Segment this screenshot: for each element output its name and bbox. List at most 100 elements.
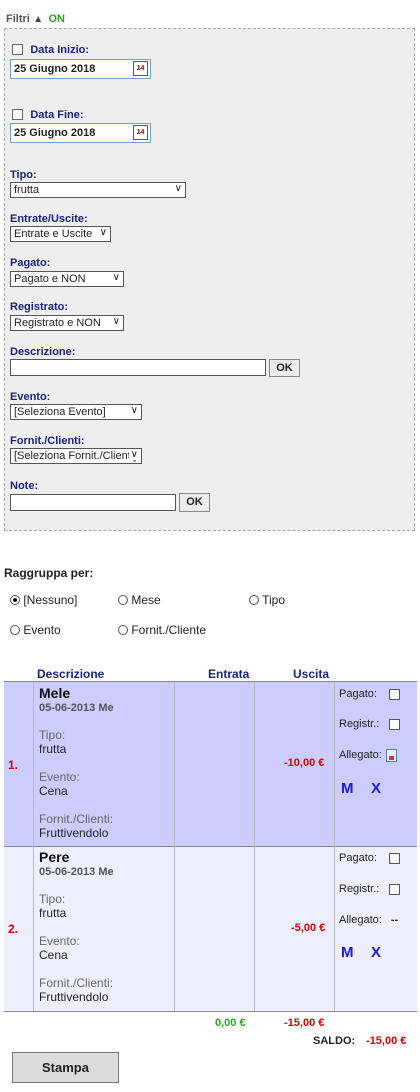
data-fine-checkbox[interactable]	[12, 109, 23, 121]
column-divider	[174, 682, 175, 1011]
chevron-down-icon: ∨	[112, 272, 120, 283]
saldo-label: SALDO:	[313, 1035, 356, 1047]
header-entrata: Entrata	[208, 667, 250, 681]
total-uscita: -15,00 €	[284, 1017, 325, 1029]
collapse-arrow-icon[interactable]: ▲	[33, 14, 43, 25]
chevron-down-icon: ∨	[128, 449, 138, 460]
filters-status: ON	[48, 13, 65, 25]
fornit-clienti-select[interactable]: [Seleziona Fornit./Clienti] ∨	[10, 448, 142, 464]
filters-title: Filtri	[6, 13, 30, 25]
group-option-fornit-cliente[interactable]: Fornit./Cliente	[118, 623, 206, 637]
note-ok-button[interactable]: OK	[179, 493, 210, 512]
chevron-down-icon: ∨	[174, 183, 182, 194]
print-button[interactable]: Stampa	[12, 1052, 119, 1083]
allegato-text: Allegato:	[339, 749, 382, 761]
row-registrato: Registr.:	[339, 883, 379, 895]
modify-button[interactable]: M	[341, 780, 354, 797]
calendar-icon[interactable]: 14	[133, 125, 148, 140]
row-date: 05-06-2013 Me	[39, 866, 114, 878]
pagato-checkbox[interactable]	[389, 689, 400, 700]
entrate-uscite-value: Entrate e Uscite	[14, 228, 93, 240]
row-fornit-label: Fornit./Clienti:	[39, 812, 114, 826]
row-uscita: -5,00 €	[291, 922, 326, 934]
row-evento-label: Evento:	[39, 934, 80, 948]
descrizione-input[interactable]	[10, 359, 266, 376]
entrate-uscite-select[interactable]: Entrate e Uscite ∨	[10, 226, 111, 242]
radio-icon[interactable]	[118, 595, 128, 605]
row-description: Pere 05-06-2013 Me Tipo: frutta Evento: …	[39, 849, 114, 1004]
pagato-text: Pagato:	[339, 688, 377, 700]
row-uscita: -10,00 €	[284, 757, 325, 769]
data-inizio-value: 25 Giugno 2018	[14, 63, 96, 75]
entrate-uscite-label: Entrate/Uscite:	[10, 213, 88, 225]
group-option-label: Fornit./Cliente	[131, 623, 207, 637]
row-divider	[4, 1011, 417, 1012]
group-option-label: Mese	[131, 593, 161, 607]
descrizione-ok-button[interactable]: OK	[269, 359, 300, 377]
registrato-checkbox[interactable]	[389, 884, 400, 895]
filters-header[interactable]: Filtri ▲ ON	[6, 11, 65, 25]
row-fornit: Fruttivendolo	[39, 826, 109, 840]
note-input[interactable]	[10, 494, 176, 511]
data-fine-label: Data Fine:	[30, 109, 84, 121]
registrato-checkbox[interactable]	[389, 719, 400, 730]
data-inizio-checkbox[interactable]	[12, 44, 23, 56]
tipo-value: frutta	[14, 184, 40, 196]
calendar-icon[interactable]: 14	[133, 61, 148, 76]
row-title: Mele	[39, 685, 71, 701]
evento-label: Evento:	[10, 391, 51, 403]
group-option-evento[interactable]: Evento	[10, 623, 61, 637]
group-option-nessuno[interactable]: [Nessuno]	[10, 593, 77, 607]
row-registrato: Registr.:	[339, 718, 379, 730]
pagato-checkbox[interactable]	[389, 853, 400, 864]
chevron-down-icon: ∨	[112, 316, 120, 327]
group-option-tipo[interactable]: Tipo	[249, 593, 285, 607]
row-tipo-label: Tipo:	[39, 728, 66, 742]
delete-button[interactable]: X	[371, 944, 381, 961]
registrato-text: Registr.:	[339, 718, 380, 730]
registrato-text: Registr.:	[339, 883, 380, 895]
attachment-icon[interactable]	[386, 749, 397, 762]
row-tipo: frutta	[39, 906, 67, 920]
data-inizio-field[interactable]: 25 Giugno 2018 14	[10, 59, 151, 79]
row-fornit-label: Fornit./Clienti:	[39, 976, 114, 990]
fornit-clienti-label: Fornit./Clienti:	[10, 435, 85, 447]
evento-value: [Seleziona Evento]	[14, 406, 106, 418]
allegato-text: Allegato:	[339, 914, 382, 926]
pagato-text: Pagato:	[339, 852, 377, 864]
registrato-value: Registrato e NON	[14, 317, 101, 329]
row-title: Pere	[39, 849, 70, 865]
radio-icon[interactable]	[118, 625, 128, 635]
evento-select[interactable]: [Seleziona Evento] ∨	[10, 404, 142, 420]
total-entrata: 0,00 €	[215, 1017, 246, 1029]
radio-selected-icon[interactable]	[10, 595, 20, 605]
row-pagato: Pagato:	[339, 852, 377, 864]
radio-icon[interactable]	[10, 625, 20, 635]
row-evento: Cena	[39, 784, 68, 798]
group-option-label: Evento	[23, 623, 61, 637]
radio-icon[interactable]	[249, 595, 259, 605]
delete-button[interactable]: X	[371, 780, 381, 797]
group-option-label: [Nessuno]	[23, 593, 78, 607]
group-option-mese[interactable]: Mese	[118, 593, 161, 607]
registrato-select[interactable]: Registrato e NON ∨	[10, 315, 124, 331]
row-fornit: Fruttivendolo	[39, 990, 109, 1004]
note-label: Note:	[10, 480, 39, 492]
pagato-label: Pagato:	[10, 257, 51, 269]
chevron-down-icon: ∨	[130, 405, 138, 416]
modify-button[interactable]: M	[341, 944, 354, 961]
group-option-label: Tipo	[262, 593, 286, 607]
row-description: Mele 05-06-2013 Me Tipo: frutta Evento: …	[39, 685, 114, 840]
column-divider	[334, 682, 335, 1011]
header-descrizione: Descrizione	[37, 667, 105, 681]
saldo-value: -15,00 €	[366, 1035, 407, 1047]
row-evento: Cena	[39, 948, 68, 962]
column-divider	[254, 682, 255, 1011]
tipo-select[interactable]: frutta ∨	[10, 182, 186, 198]
data-fine-field[interactable]: 25 Giugno 2018 14	[10, 123, 151, 143]
pagato-value: Pagato e NON	[14, 273, 86, 285]
row-tipo-label: Tipo:	[39, 892, 66, 906]
pagato-select[interactable]: Pagato e NON ∨	[10, 271, 124, 287]
row-tipo: frutta	[39, 742, 67, 756]
column-divider	[33, 682, 34, 1011]
